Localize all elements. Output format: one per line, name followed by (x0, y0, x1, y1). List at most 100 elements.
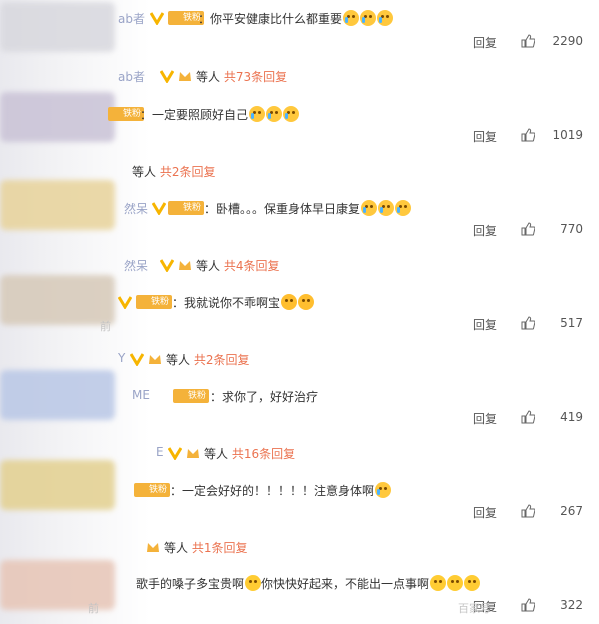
crying-icon (377, 10, 394, 26)
comment-text: ：我就说你不乖啊宝 (172, 294, 315, 311)
worried-icon (447, 575, 464, 591)
avatar[interactable] (0, 370, 115, 420)
reply-count-text: 等人 共2条回复 (166, 353, 250, 367)
verified-icon (152, 201, 166, 215)
reply-button[interactable]: 回复 (473, 34, 497, 51)
more-replies-link[interactable]: 共2条回复 (194, 353, 250, 367)
comment-actions: 回复 267 (473, 504, 583, 520)
worried-icon (430, 575, 447, 591)
avatar[interactable] (0, 92, 115, 142)
comment-actions: 回复 419 (473, 410, 583, 426)
comment-text: ：你平安健康比什么都重要 (198, 10, 394, 27)
like-count: 517 (560, 316, 583, 330)
reply-button[interactable]: 回复 (473, 504, 497, 521)
fan-badge: 铁粉 (168, 201, 205, 215)
fan-badge: 铁粉 (134, 483, 171, 497)
username[interactable]: ME (132, 388, 150, 402)
comment-actions: 回复 2290 (473, 34, 583, 50)
crown-icon (135, 483, 148, 497)
crying-icon (378, 200, 395, 216)
comment-text: ：一定会好好的！！！！！注意身体啊 (170, 482, 392, 499)
reply-count-text: 等人 共16条回复 (204, 447, 296, 461)
crying-icon (283, 106, 300, 122)
reply-usernames[interactable]: Y (118, 351, 125, 365)
crown-icon (148, 352, 162, 366)
crown-icon (109, 107, 122, 121)
avatar[interactable] (0, 275, 115, 325)
crying-icon (375, 482, 392, 498)
heart-icon (298, 294, 315, 310)
worried-icon (464, 575, 481, 591)
reply-button[interactable]: 回复 (473, 316, 497, 333)
like-count: 267 (560, 504, 583, 518)
reply-button[interactable]: 回复 (473, 410, 497, 427)
comment-text: 歌手的嗓子多宝贵啊 你快快好起来，不能出一点事啊 (136, 575, 481, 592)
crown-icon (169, 201, 182, 215)
username[interactable]: ab者 (118, 10, 145, 27)
comment-actions: 回复 517 (473, 316, 583, 332)
crown-icon (174, 389, 187, 403)
verified-icon (160, 69, 174, 83)
comment-text: ：一定要照顾好自己 (140, 106, 300, 123)
verified-icon (118, 295, 132, 309)
more-replies-link[interactable]: 共4条回复 (224, 259, 280, 273)
crown-icon (178, 258, 192, 272)
reply-count-text: 等人 共4条回复 (196, 259, 280, 273)
reply-usernames[interactable]: 然呆 (124, 257, 148, 274)
comment-text: ：求你了，好好治疗 (210, 390, 319, 404)
fan-badge: 铁粉 (136, 295, 173, 309)
side-fragment: 前 (100, 320, 111, 333)
crown-icon (186, 446, 200, 460)
crown-icon (137, 295, 150, 309)
reply-usernames[interactable]: E (156, 445, 164, 459)
fan-badge: 铁粉 (173, 389, 210, 403)
verified-icon (160, 258, 174, 272)
reply-count-text: 等人 共73条回复 (196, 70, 288, 84)
crown-icon (178, 69, 192, 83)
crying-icon (266, 106, 283, 122)
comment-text: ：卧槽。。。保重身体早日康复 (204, 200, 412, 217)
avatar[interactable] (0, 460, 115, 510)
side-fragment: 前 (88, 602, 99, 615)
crying-icon (343, 10, 360, 26)
thumbs-up-icon[interactable] (521, 410, 535, 424)
more-replies-link[interactable]: 共2条回复 (160, 165, 216, 179)
like-count: 419 (560, 410, 583, 424)
reply-count-text: 等人 共1条回复 (164, 541, 248, 555)
thumbs-up-icon[interactable] (521, 504, 535, 518)
like-count: 322 (560, 598, 583, 612)
reply-count-text: 等人 共2条回复 (132, 165, 216, 179)
crown-icon (146, 540, 160, 554)
like-count: 1019 (552, 128, 583, 142)
watermark: 百家号 (458, 602, 491, 615)
thumbs-up-icon[interactable] (521, 598, 535, 612)
like-count: 770 (560, 222, 583, 236)
verified-icon (150, 11, 164, 25)
comment-actions: 回复 1019 (473, 128, 583, 144)
more-replies-link[interactable]: 共1条回复 (192, 541, 248, 555)
reply-button[interactable]: 回复 (473, 222, 497, 239)
avatar[interactable] (0, 180, 115, 230)
crying-icon (361, 200, 378, 216)
more-replies-link[interactable]: 共16条回复 (232, 447, 295, 461)
thumbs-up-icon[interactable] (521, 222, 535, 236)
thumbs-up-icon[interactable] (521, 316, 535, 330)
worried-icon (245, 575, 262, 591)
comment-actions: 回复 770 (473, 222, 583, 238)
thumbs-up-icon[interactable] (521, 34, 535, 48)
crying-icon (395, 200, 412, 216)
thumbs-up-icon[interactable] (521, 128, 535, 142)
crying-icon (360, 10, 377, 26)
verified-icon (130, 352, 144, 366)
heart-icon (281, 294, 298, 310)
like-count: 2290 (552, 34, 583, 48)
avatar[interactable] (0, 2, 115, 52)
crown-icon (169, 11, 182, 25)
more-replies-link[interactable]: 共73条回复 (224, 70, 287, 84)
reply-button[interactable]: 回复 (473, 128, 497, 145)
crying-icon (249, 106, 266, 122)
verified-icon (168, 446, 182, 460)
username[interactable]: 然呆 (124, 200, 148, 217)
reply-usernames[interactable]: ab者 (118, 68, 145, 85)
fan-badge: 铁粉 (108, 107, 145, 121)
